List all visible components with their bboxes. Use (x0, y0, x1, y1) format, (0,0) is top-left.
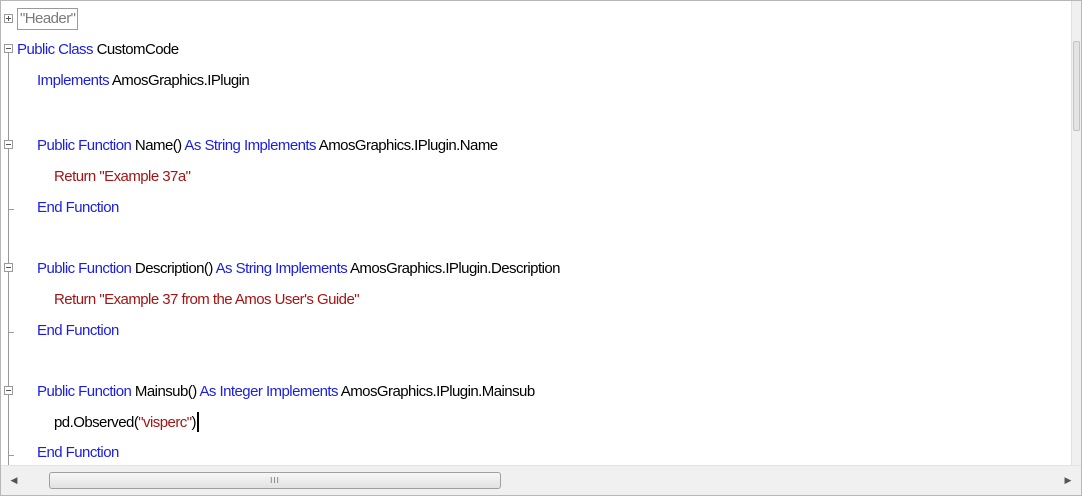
code-text: pd.Observed("visperc") (54, 408, 199, 438)
horizontal-scrollbar[interactable]: ◀ III ▶ (1, 465, 1081, 495)
code-text: End Function (37, 444, 119, 461)
code-line[interactable]: "Header" (1, 4, 1073, 34)
code-line[interactable]: End Function (1, 316, 1073, 346)
collapsed-region-label[interactable]: "Header" (17, 8, 79, 30)
grip-icon: III (270, 476, 280, 485)
code-line[interactable]: pd.Observed("visperc") (1, 408, 1073, 438)
code-line[interactable]: Public Function Name() As String Impleme… (1, 131, 1073, 161)
code-text: Public Function Mainsub() As Integer Imp… (37, 383, 535, 400)
code-line[interactable]: Public Function Mainsub() As Integer Imp… (1, 377, 1073, 407)
code-line[interactable]: Implements AmosGraphics.IPlugin (1, 66, 1073, 96)
horizontal-scroll-thumb[interactable]: III (49, 472, 501, 489)
code-line[interactable]: Return "Example 37 from the Amos User's … (1, 285, 1073, 315)
scroll-right-arrow-icon[interactable]: ▶ (1055, 466, 1081, 495)
code-text: Public Function Description() As String … (37, 260, 560, 277)
code-line[interactable]: Public Function Description() As String … (1, 254, 1073, 284)
code-editor[interactable]: "Header" Public Class CustomCode Impleme… (0, 0, 1082, 496)
code-text: End Function (37, 199, 119, 216)
code-line[interactable]: End Function (1, 193, 1073, 223)
scroll-left-arrow-icon[interactable]: ◀ (1, 466, 27, 495)
text-cursor (196, 411, 199, 432)
vertical-scroll-thumb[interactable] (1073, 41, 1080, 131)
vertical-scrollbar[interactable] (1071, 1, 1081, 465)
code-line[interactable]: Return "Example 37a" (1, 162, 1073, 192)
code-text: Return "Example 37 from the Amos User's … (54, 291, 360, 308)
code-text: Public Class CustomCode (17, 41, 179, 58)
code-text: Implements AmosGraphics.IPlugin (37, 72, 250, 89)
code-line[interactable]: Public Class CustomCode (1, 35, 1073, 65)
code-line[interactable]: End Function (1, 438, 1073, 465)
code-text: Return "Example 37a" (54, 168, 191, 185)
code-area[interactable]: "Header" Public Class CustomCode Impleme… (1, 1, 1073, 465)
code-text: End Function (37, 322, 119, 339)
code-text: Public Function Name() As String Impleme… (37, 137, 498, 154)
